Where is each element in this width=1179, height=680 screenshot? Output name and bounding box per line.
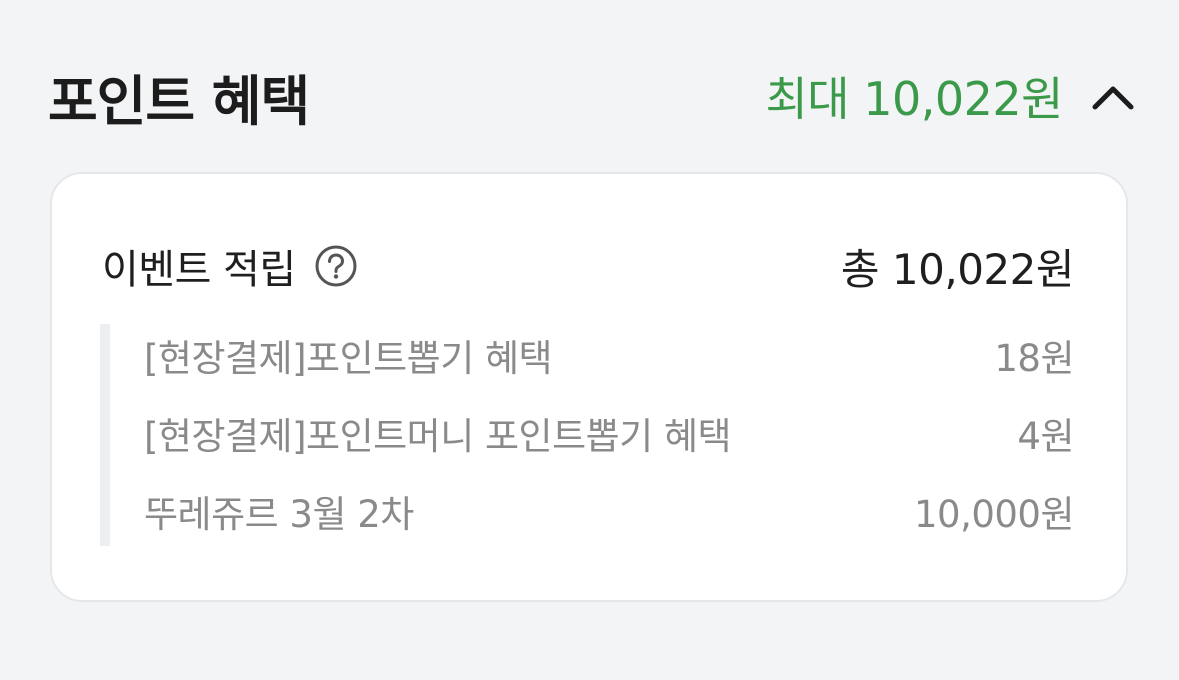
question-circle-icon[interactable] <box>314 244 358 288</box>
list-item-label: 뚜레쥬르 3월 2차 <box>144 493 414 536</box>
max-benefit-amount: 최대 10,022원 <box>765 72 1063 126</box>
event-section-header: 이벤트 적립 총 10,022원 <box>102 237 1075 295</box>
list-item: 뚜레쥬르 3월 2차 10,000원 <box>144 472 1075 550</box>
event-section-title: 이벤트 적립 <box>102 247 296 293</box>
list-item: [현장결제]포인트뽑기 혜택 18원 <box>144 316 1074 394</box>
benefit-toggle[interactable]: 최대 10,022원 <box>765 63 1135 129</box>
list-item: [현장결제]포인트머니 포인트뽑기 혜택 4원 <box>144 394 1074 472</box>
event-title-group: 이벤트 적립 <box>102 237 358 295</box>
list-item-label: [현장결제]포인트뽑기 혜택 <box>144 337 553 380</box>
page-title: 포인트 혜택 <box>48 69 310 133</box>
point-benefit-header: 포인트 혜택 최대 10,022원 <box>48 58 1135 134</box>
list-item-label: [현장결제]포인트머니 포인트뽑기 혜택 <box>144 415 732 458</box>
event-points-card: 이벤트 적립 총 10,022원 [현장결제]포인트뽑기 혜택 18원 [현장결… <box>50 172 1128 602</box>
list-item-value: 4원 <box>1017 415 1074 458</box>
chevron-up-icon[interactable] <box>1091 76 1135 116</box>
list-item-value: 18원 <box>994 337 1074 380</box>
list-item-value: 10,000원 <box>913 493 1075 536</box>
event-total-amount: 총 10,022원 <box>840 244 1075 294</box>
event-detail-list: [현장결제]포인트뽑기 혜택 18원 [현장결제]포인트머니 포인트뽑기 혜택 … <box>100 324 1075 546</box>
